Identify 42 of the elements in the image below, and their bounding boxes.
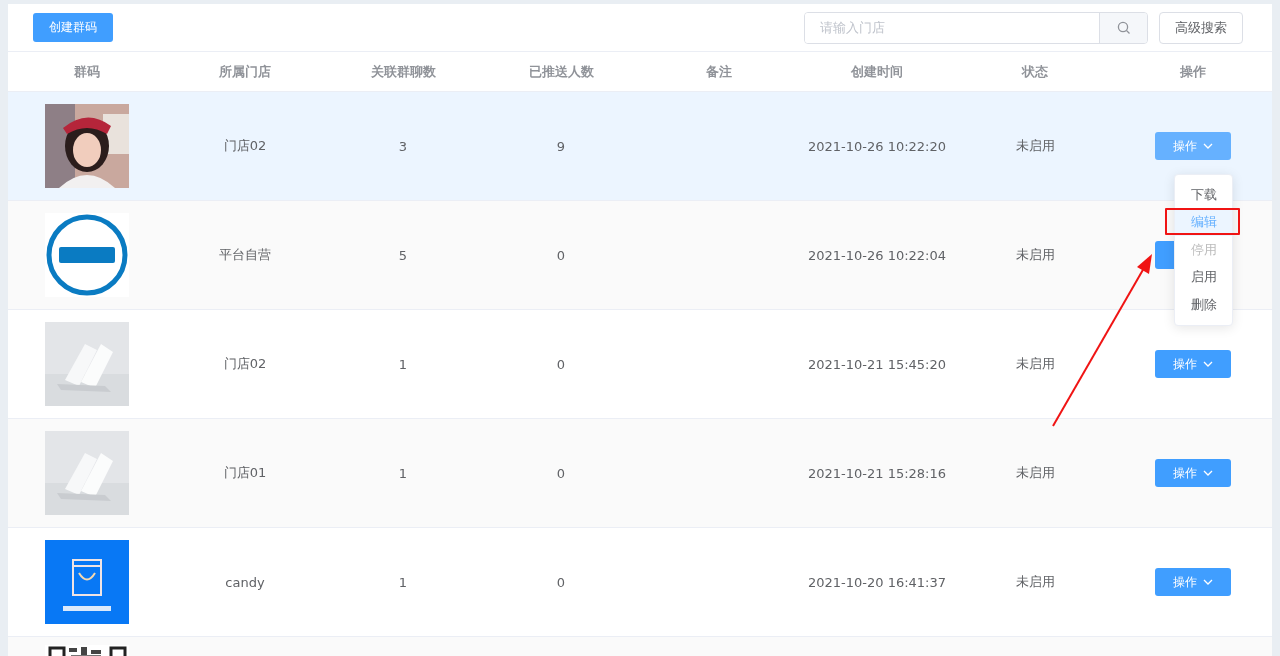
table-cell: 2021-10-21 15:28:16 (807, 465, 947, 481)
table-cell: 2021-10-26 10:22:20 (807, 138, 947, 154)
table-cell: 5 (398, 247, 408, 263)
table-cell: 0 (556, 247, 566, 263)
search-icon (1116, 20, 1131, 35)
column-header: 已推送人数 (528, 62, 594, 81)
column-header: 备注 (706, 62, 732, 81)
table-cell: 门店02 (223, 355, 267, 373)
table-cell: 9 (556, 138, 566, 154)
table-cell: 2021-10-21 15:45:20 (807, 356, 947, 372)
advanced-search-button[interactable]: 高级搜索 (1159, 11, 1243, 44)
table-cell: 平台自营 (219, 246, 271, 264)
search-button[interactable] (1099, 12, 1147, 43)
table-cell: 未启用 (1015, 464, 1055, 482)
column-header: 操作 (1180, 62, 1206, 81)
menu-item[interactable]: 启用 (1175, 263, 1232, 291)
table-cell: 3 (398, 138, 408, 154)
table-cell: 未启用 (1015, 246, 1055, 264)
table-cell: 1 (398, 356, 408, 372)
chevron-down-icon (1203, 141, 1213, 151)
table-cell: 门店02 (223, 137, 267, 155)
chevron-down-icon (1203, 577, 1213, 587)
column-header: 创建时间 (851, 62, 903, 81)
column-header: 关联群聊数 (370, 62, 436, 81)
chevron-down-icon (1203, 359, 1213, 369)
table-cell: 1 (398, 465, 408, 481)
table-cell: 0 (556, 356, 566, 372)
table-cell: 1 (398, 574, 408, 590)
table-cell: 未启用 (1015, 137, 1055, 155)
column-header: 所属门店 (219, 62, 271, 81)
table-row[interactable]: 门店01 1 0 2021-10-21 15:28:16 未启用 操作 (8, 419, 1272, 528)
table-cell: 未启用 (1015, 355, 1055, 373)
table-cell: 未启用 (1015, 573, 1055, 591)
table-cell: 0 (556, 465, 566, 481)
table-cell: 门店01 (223, 464, 267, 482)
table-cell: 0 (556, 574, 566, 590)
chevron-down-icon (1203, 468, 1213, 478)
column-header: 群码 (74, 62, 100, 81)
column-header: 状态 (1022, 62, 1048, 81)
table-cell: 2021-10-20 16:41:37 (807, 574, 947, 590)
table-cell: candy (225, 574, 265, 590)
table-cell: 2021-10-26 10:22:04 (807, 247, 947, 263)
